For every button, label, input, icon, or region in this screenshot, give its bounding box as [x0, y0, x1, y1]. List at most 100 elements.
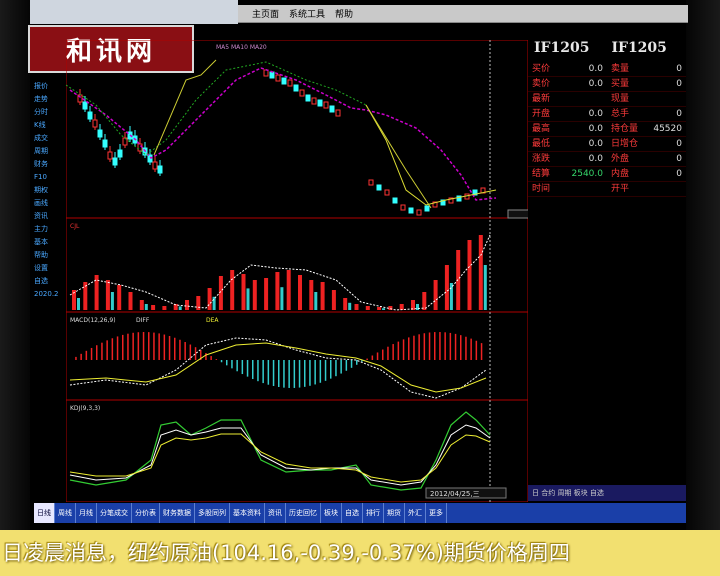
- quote-label: 最高: [532, 124, 551, 134]
- j-line: [69, 411, 491, 491]
- video-frame: 主页面 系统工具 帮助 和讯网 报价 走势 分时 K线 成交 周期 财务 F10…: [0, 0, 720, 576]
- macd-bar: [470, 338, 472, 360]
- volume-bar: [178, 306, 182, 310]
- macd-bar: [423, 333, 426, 360]
- left-nav-item[interactable]: 成交: [34, 132, 66, 145]
- tab-multi[interactable]: 多股同列: [195, 503, 230, 523]
- volume-bar: [117, 285, 122, 310]
- macd-bar: [90, 347, 93, 360]
- tab-futures[interactable]: 期货: [384, 503, 405, 523]
- volume-bar: [483, 265, 487, 310]
- quote-label: 时间: [532, 184, 551, 194]
- left-nav-item[interactable]: 基本: [34, 236, 66, 249]
- macd-bar: [356, 360, 358, 365]
- quote-label: 结算: [532, 169, 551, 179]
- candle-body: [117, 149, 123, 158]
- tab-weekly[interactable]: 周线: [55, 503, 76, 523]
- left-nav-item[interactable]: 设置: [34, 262, 66, 275]
- kline-chart[interactable]: MA5 MA10 MA20 CJL MACD(12,26,9) DIFF DEA: [66, 40, 528, 502]
- volume-bar: [365, 306, 370, 310]
- candle-body: [323, 101, 329, 109]
- menu-item-tools[interactable]: 系统工具: [289, 7, 325, 20]
- candle-body: [299, 89, 305, 97]
- volume-bar: [110, 292, 114, 310]
- volume-bar: [185, 300, 189, 310]
- tab-sector[interactable]: 板块: [321, 503, 342, 523]
- menu-item-help[interactable]: 帮助: [335, 7, 353, 20]
- tab-price-table[interactable]: 分价表: [132, 503, 160, 523]
- quote-value: 0: [676, 79, 682, 89]
- macd-bar: [350, 360, 353, 368]
- tab-ranking[interactable]: 排行: [363, 503, 384, 523]
- candle-body: [329, 105, 335, 113]
- quote-value: 0.0: [588, 154, 603, 164]
- quote-value: 0: [676, 154, 682, 164]
- left-nav-item[interactable]: 财务: [34, 158, 66, 171]
- macd-bar: [179, 339, 181, 360]
- kdj-pane: KDJ(9,3,3) 2012/04/25,三: [69, 405, 507, 499]
- left-nav-item[interactable]: 帮助: [34, 249, 66, 262]
- macd-bar: [272, 360, 275, 387]
- tab-finance[interactable]: 财务数据: [160, 503, 195, 523]
- left-nav-item[interactable]: 自选: [34, 275, 66, 288]
- volume-bar: [314, 292, 318, 310]
- macd-bar: [460, 335, 462, 360]
- right-mini-tabs[interactable]: 日 合约 周期 板块 自选: [528, 485, 686, 501]
- menu-item-home[interactable]: 主页面: [252, 7, 279, 20]
- candle-body: [97, 129, 103, 138]
- news-ticker: 日凌晨消息，纽约原油(104.16,-0.39,-0.37%)期货价格周四: [0, 530, 720, 576]
- macd-bar: [288, 360, 290, 388]
- macd-bar: [387, 346, 389, 360]
- left-nav-item[interactable]: F10: [34, 171, 66, 184]
- volume-bar: [444, 265, 449, 310]
- left-nav-item[interactable]: 画线: [34, 197, 66, 210]
- volume-bar: [241, 274, 246, 310]
- left-nav-item[interactable]: 报价: [34, 80, 66, 93]
- tab-news[interactable]: 资讯: [265, 503, 286, 523]
- left-nav-item[interactable]: 主力: [34, 223, 66, 236]
- volume-bar: [478, 235, 483, 310]
- macd-bar: [80, 353, 82, 360]
- volume-bar: [139, 300, 144, 310]
- tab-basic[interactable]: 基本资料: [230, 503, 265, 523]
- screen-bezel-left: [0, 0, 30, 530]
- price-tag: [507, 209, 528, 219]
- trend-line: [365, 104, 432, 209]
- volume-bar: [449, 283, 453, 310]
- quote-value: 0: [676, 139, 682, 149]
- macd-bar: [319, 360, 322, 383]
- tab-daily[interactable]: 日线: [34, 503, 55, 523]
- dea-label: DEA: [206, 317, 219, 324]
- left-nav-item[interactable]: K线: [34, 119, 66, 132]
- macd-bar: [142, 332, 145, 360]
- volume-label: CJL: [70, 223, 80, 230]
- quote-row: 最新 现量: [528, 92, 686, 107]
- tab-ticks[interactable]: 分笔成交: [97, 503, 132, 523]
- tab-forex[interactable]: 外汇: [405, 503, 426, 523]
- macd-bar: [402, 339, 405, 360]
- macd-bar: [428, 332, 431, 360]
- tab-more[interactable]: 更多: [426, 503, 447, 523]
- date-label: 2012/04/25,三: [430, 490, 480, 498]
- volume-bar: [348, 302, 352, 310]
- macd-bar: [236, 360, 238, 372]
- macd-bar: [267, 360, 270, 385]
- candle-body: [82, 101, 88, 110]
- candle-body: [416, 209, 422, 216]
- quote-row: 开盘 0.0 总手 0: [528, 107, 686, 122]
- left-nav-item[interactable]: 期权: [34, 184, 66, 197]
- left-nav-item[interactable]: 资讯: [34, 210, 66, 223]
- tab-watchlist[interactable]: 自选: [342, 503, 363, 523]
- candle-body: [311, 97, 317, 105]
- macd-bar: [465, 336, 467, 360]
- tab-monthly[interactable]: 月线: [76, 503, 97, 523]
- left-nav-item[interactable]: 2020.2: [34, 288, 66, 301]
- candle-body: [102, 139, 108, 148]
- left-nav-item[interactable]: 走势: [34, 93, 66, 106]
- macd-bar: [345, 360, 348, 371]
- quote-label: 日增仓: [611, 139, 639, 149]
- macd-bar: [252, 360, 254, 380]
- tab-history[interactable]: 历史回忆: [286, 503, 321, 523]
- left-nav-item[interactable]: 分时: [34, 106, 66, 119]
- left-nav-item[interactable]: 周期: [34, 145, 66, 158]
